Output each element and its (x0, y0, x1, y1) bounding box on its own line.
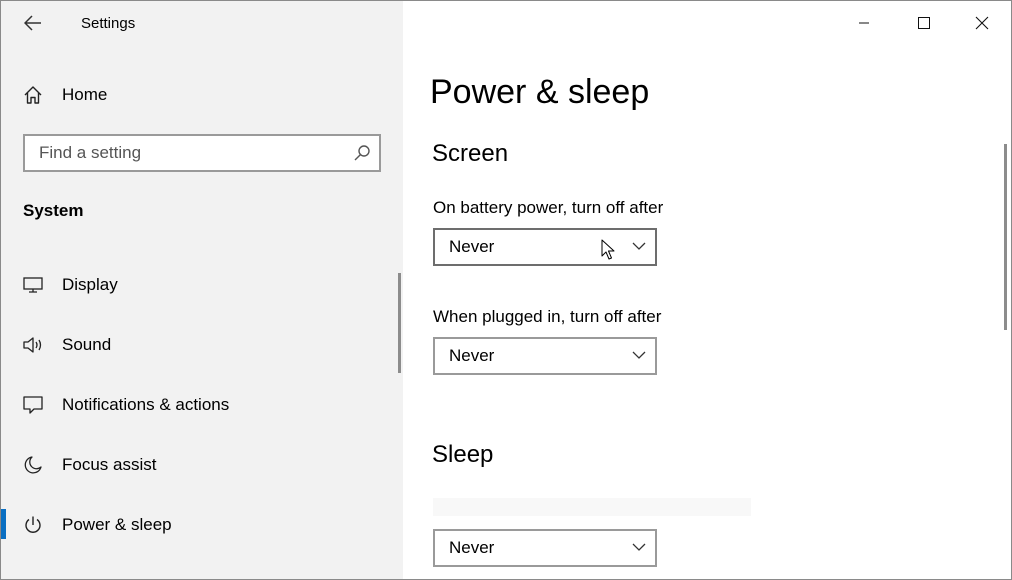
sidebar-item-display[interactable]: Display (1, 257, 397, 313)
sidebar-item-home[interactable]: Home (1, 67, 397, 123)
sidebar-item-label: Display (62, 275, 118, 294)
group-title-screen: Screen (432, 140, 509, 167)
battery-turn-off-dropdown[interactable]: Never (433, 228, 657, 266)
chevron-down-icon (632, 543, 646, 551)
settings-window: Settings Home System (0, 0, 1012, 580)
maximize-button[interactable] (901, 5, 947, 41)
minimize-icon (859, 22, 869, 24)
section-heading-system: System (23, 201, 84, 220)
faded-label-placeholder (433, 498, 751, 516)
sleep-dropdown[interactable]: Never (433, 529, 657, 567)
battery-turn-off-label: On battery power, turn off after (433, 198, 664, 217)
monitor-icon (21, 273, 45, 297)
home-icon (21, 83, 45, 107)
search-icon[interactable] (353, 144, 371, 162)
close-button[interactable] (959, 5, 1005, 41)
search-input[interactable] (25, 136, 359, 170)
moon-icon (21, 453, 45, 477)
search-box[interactable] (23, 134, 381, 172)
chevron-down-icon (632, 242, 646, 250)
close-icon (975, 16, 989, 30)
chevron-down-icon (632, 351, 646, 359)
dropdown-value: Never (449, 538, 495, 557)
group-title-sleep: Sleep (432, 441, 494, 468)
sidebar-item-focus-assist[interactable]: Focus assist (1, 437, 397, 493)
sidebar-item-label: Power & sleep (62, 515, 172, 534)
dropdown-value: Never (449, 237, 495, 256)
main-scrollbar[interactable] (1004, 144, 1007, 330)
maximize-icon (918, 17, 930, 29)
sidebar-scrollbar[interactable] (398, 273, 401, 373)
app-title: Settings (81, 15, 136, 32)
speaker-icon (21, 333, 45, 357)
page-title: Power & sleep (430, 73, 650, 111)
sidebar-item-power-sleep[interactable]: Power & sleep (1, 497, 397, 553)
plugged-turn-off-label: When plugged in, turn off after (433, 307, 662, 326)
sidebar-item-label: Focus assist (62, 455, 157, 474)
mouse-cursor-icon (601, 239, 615, 260)
sidebar-item-notifications[interactable]: Notifications & actions (1, 377, 397, 433)
sidebar-item-label: Home (62, 85, 108, 104)
sidebar-item-label: Notifications & actions (62, 395, 230, 414)
sidebar: Settings Home System (1, 1, 403, 579)
plugged-turn-off-dropdown[interactable]: Never (433, 337, 657, 375)
main-content: Power & sleep Screen On battery power, t… (403, 1, 1011, 579)
notification-icon (21, 393, 45, 417)
sidebar-item-sound[interactable]: Sound (1, 317, 397, 373)
selection-indicator (1, 509, 6, 539)
sidebar-item-label: Sound (62, 335, 112, 354)
back-arrow-icon (24, 15, 41, 31)
power-icon (21, 513, 45, 537)
back-button[interactable] (21, 11, 45, 35)
dropdown-value: Never (449, 346, 495, 365)
minimize-button[interactable] (841, 5, 887, 41)
